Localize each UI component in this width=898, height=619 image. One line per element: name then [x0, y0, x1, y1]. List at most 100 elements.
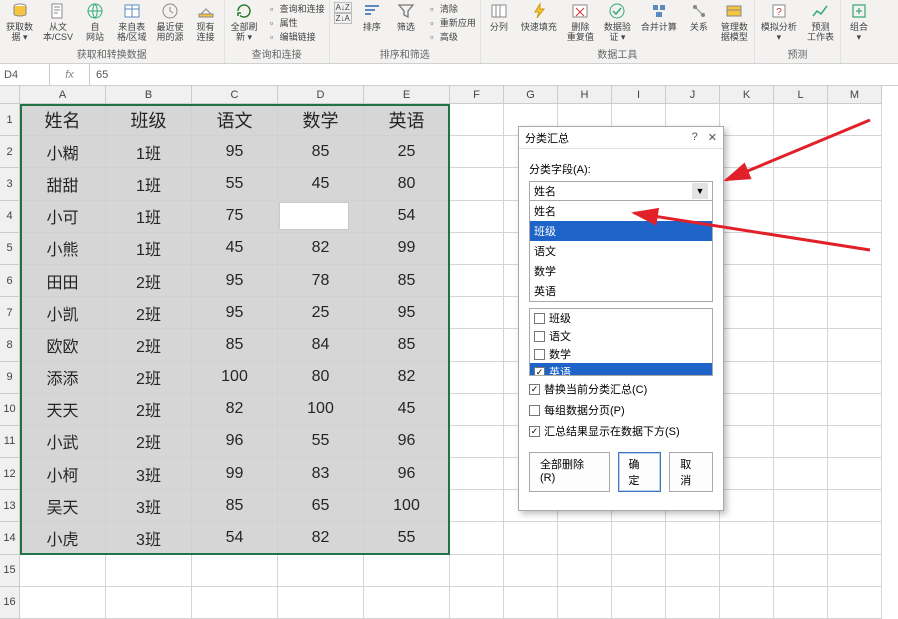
cell[interactable]	[504, 555, 558, 587]
cell[interactable]: 语文	[192, 104, 278, 136]
column-header[interactable]: L	[774, 86, 828, 104]
row-header[interactable]: 14	[0, 522, 20, 554]
dropdown-option[interactable]: 班级	[530, 221, 712, 241]
cell[interactable]	[612, 555, 666, 587]
checkbox-icon[interactable]	[529, 405, 540, 416]
cell[interactable]: 75	[192, 201, 278, 233]
cell[interactable]: 85	[364, 329, 450, 361]
cell[interactable]: 吴天	[20, 490, 106, 522]
cell[interactable]	[450, 362, 504, 394]
opt-below[interactable]: ✓ 汇总结果显示在数据下方(S)	[529, 423, 713, 439]
cell[interactable]	[278, 555, 364, 587]
cell[interactable]	[774, 394, 828, 426]
cell[interactable]: 85	[278, 136, 364, 168]
summary-item[interactable]: 班级	[530, 309, 712, 327]
cell[interactable]: 小凯	[20, 297, 106, 329]
row-header[interactable]: 12	[0, 458, 20, 490]
cell[interactable]: 100	[278, 394, 364, 426]
row-header[interactable]: 4	[0, 201, 20, 233]
cell[interactable]: 天天	[20, 394, 106, 426]
cell[interactable]	[720, 362, 774, 394]
cell[interactable]	[504, 587, 558, 619]
ribbon-button[interactable]: 合并计算	[639, 2, 679, 42]
cell[interactable]	[828, 458, 882, 490]
cell[interactable]	[612, 522, 666, 554]
column-header[interactable]: F	[450, 86, 504, 104]
cell[interactable]	[278, 587, 364, 619]
cell[interactable]: 54	[192, 522, 278, 554]
cell[interactable]	[828, 394, 882, 426]
cell[interactable]	[20, 587, 106, 619]
cell[interactable]: 82	[364, 362, 450, 394]
cell[interactable]	[106, 555, 192, 587]
cell[interactable]	[450, 458, 504, 490]
column-header[interactable]: D	[278, 86, 364, 104]
cell[interactable]	[774, 233, 828, 265]
cell[interactable]: 82	[278, 233, 364, 265]
cell[interactable]: 3班	[106, 490, 192, 522]
ribbon-button[interactable]: 自网站	[81, 2, 109, 42]
cell[interactable]	[450, 136, 504, 168]
ribbon-button[interactable]: 快速填充	[519, 2, 559, 42]
cell[interactable]	[774, 490, 828, 522]
help-icon[interactable]: ?	[692, 131, 698, 144]
cell[interactable]: 1班	[106, 136, 192, 168]
cell[interactable]	[774, 104, 828, 136]
column-header[interactable]: I	[612, 86, 666, 104]
cell[interactable]: 添添	[20, 362, 106, 394]
cell[interactable]: 80	[364, 168, 450, 200]
dropdown-option[interactable]: 英语	[530, 281, 712, 301]
cell[interactable]	[828, 201, 882, 233]
column-header[interactable]: C	[192, 86, 278, 104]
cell[interactable]	[774, 458, 828, 490]
cell[interactable]: 1班	[106, 168, 192, 200]
cell[interactable]	[450, 265, 504, 297]
summary-items-list[interactable]: 班级语文数学✓英语	[529, 308, 713, 376]
cell[interactable]: 45	[192, 233, 278, 265]
cell[interactable]	[720, 490, 774, 522]
cell[interactable]: 99	[364, 233, 450, 265]
chevron-down-icon[interactable]: ▼	[692, 183, 708, 199]
refresh-all-button[interactable]: 全部刷新 ▾	[229, 2, 260, 43]
sort-button[interactable]: 排序	[358, 2, 386, 43]
checkbox-icon[interactable]: ✓	[529, 426, 540, 437]
select-all-corner[interactable]	[0, 86, 20, 104]
opt-replace[interactable]: ✓ 替换当前分类汇总(C)	[529, 381, 713, 397]
cell[interactable]: 45	[278, 168, 364, 200]
cell[interactable]	[774, 329, 828, 361]
cell[interactable]: 96	[364, 458, 450, 490]
cell[interactable]	[720, 265, 774, 297]
cell[interactable]: 2班	[106, 362, 192, 394]
ribbon-small-button[interactable]: ▫编辑链接	[266, 30, 325, 43]
checkbox-icon[interactable]: ✓	[529, 384, 540, 395]
cell[interactable]	[504, 522, 558, 554]
cell[interactable]: 65	[278, 490, 364, 522]
row-header[interactable]: 16	[0, 587, 20, 619]
checkbox-icon[interactable]: ✓	[534, 367, 545, 377]
row-header[interactable]: 2	[0, 136, 20, 168]
row-header[interactable]: 3	[0, 168, 20, 200]
cell[interactable]	[192, 555, 278, 587]
cell[interactable]: 96	[364, 426, 450, 458]
cell[interactable]	[450, 233, 504, 265]
cell[interactable]	[450, 490, 504, 522]
cell[interactable]: 小柯	[20, 458, 106, 490]
ribbon-button[interactable]: 分列	[485, 2, 513, 42]
ribbon-button[interactable]: 删除重复值	[565, 2, 596, 42]
cell[interactable]: 55	[278, 426, 364, 458]
cell[interactable]: 95	[192, 136, 278, 168]
cell[interactable]: 95	[192, 297, 278, 329]
ribbon-button[interactable]: 管理数据模型	[719, 2, 750, 42]
ribbon-button[interactable]: 获取数据 ▾	[4, 2, 35, 42]
cell[interactable]	[828, 104, 882, 136]
column-header[interactable]: K	[720, 86, 774, 104]
cancel-button[interactable]: 取消	[669, 452, 713, 492]
cell[interactable]: 54	[364, 201, 450, 233]
remove-all-button[interactable]: 全部删除(R)	[529, 452, 610, 492]
cell[interactable]	[774, 297, 828, 329]
cell[interactable]	[450, 104, 504, 136]
cell[interactable]	[666, 587, 720, 619]
row-header[interactable]: 7	[0, 297, 20, 329]
cell[interactable]	[828, 362, 882, 394]
cell[interactable]	[774, 136, 828, 168]
